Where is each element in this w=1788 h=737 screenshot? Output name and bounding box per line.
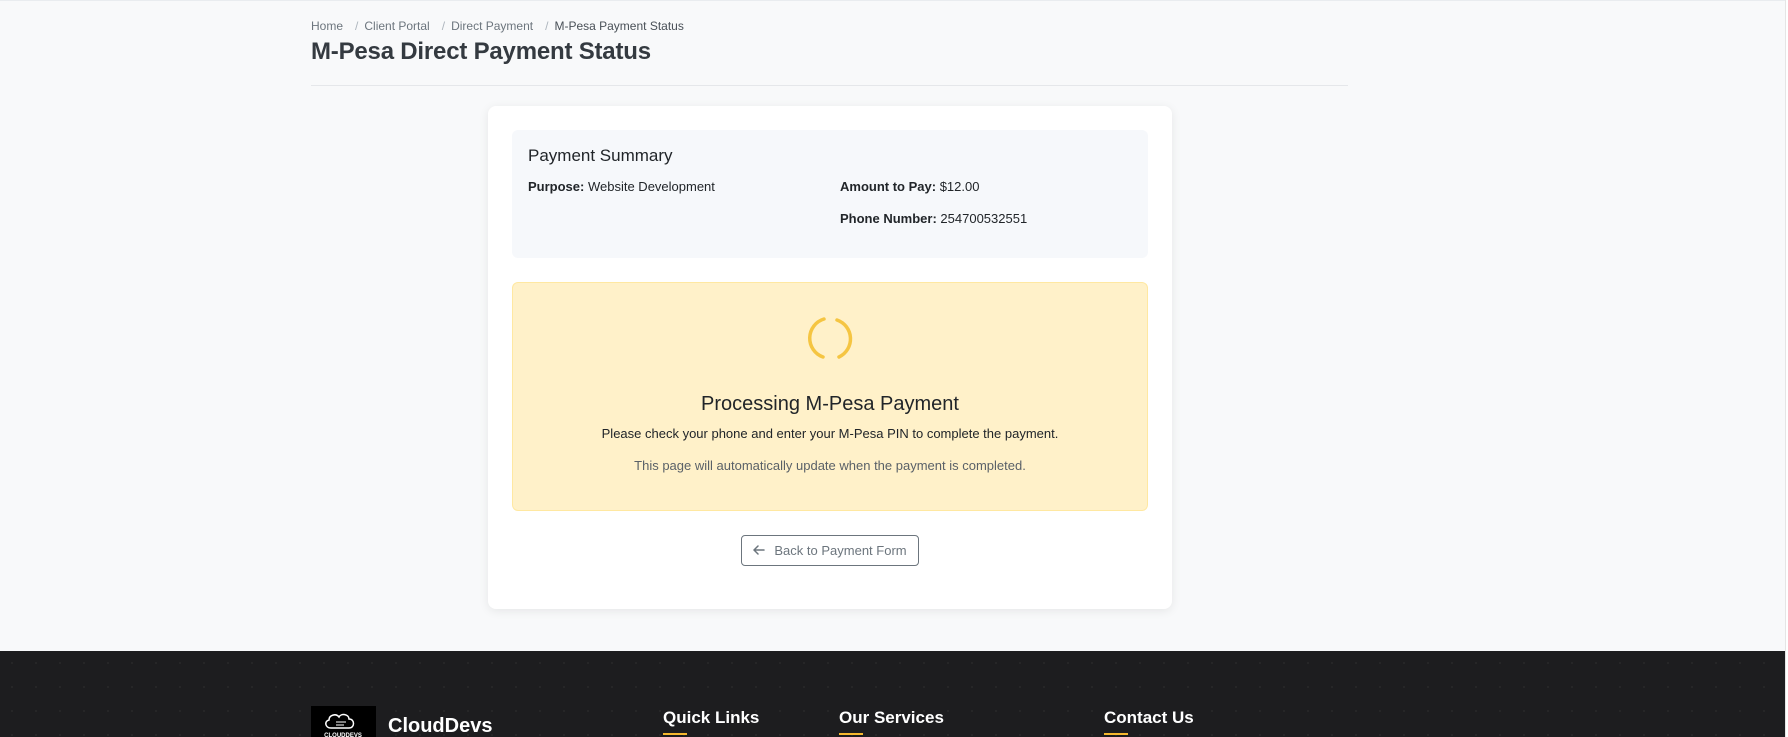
back-button-label: Back to Payment Form (774, 543, 907, 558)
page: Home / Client Portal / Direct Payment / … (0, 0, 1788, 737)
payment-summary: Payment Summary Purpose: Website Develop… (512, 130, 1148, 258)
footer-heading-quick-links: Quick Links (663, 708, 760, 727)
purpose-value: Website Development (587, 179, 715, 194)
amount-label: Amount to Pay: (840, 179, 937, 194)
footer-heading-our-services: Our Services (839, 708, 944, 727)
processing-message: Please check your phone and enter your M… (601, 426, 1059, 441)
footer: CLOUDDEVS CloudDevs Quick Links Our Serv… (0, 651, 1785, 737)
processing-title: Processing M-Pesa Payment (701, 393, 959, 415)
breadcrumb-separator: / (441, 19, 446, 33)
breadcrumb-home[interactable]: Home (311, 19, 343, 33)
heading-underline (663, 733, 687, 735)
brand-name[interactable]: CloudDevs (388, 715, 492, 737)
summary-title: Payment Summary (528, 146, 673, 165)
breadcrumb-current: M-Pesa Payment Status (554, 19, 684, 33)
breadcrumb: Home / Client Portal / Direct Payment / … (311, 19, 684, 33)
breadcrumb-separator: / (355, 19, 359, 33)
brand-logo[interactable]: CLOUDDEVS (311, 706, 376, 737)
loading-spinner-icon (807, 317, 853, 359)
phone-value: 254700532551 (940, 211, 1028, 226)
arrow-left-icon (753, 543, 766, 558)
purpose-row: Purpose: Website Development (528, 179, 715, 194)
processing-note: This page will automatically update when… (634, 458, 1026, 473)
phone-label: Phone Number: (840, 211, 937, 226)
processing-alert: Processing M-Pesa Payment Please check y… (512, 282, 1148, 511)
phone-row: Phone Number: 254700532551 (840, 211, 1027, 226)
breadcrumb-separator: / (545, 19, 549, 33)
breadcrumb-client-portal[interactable]: Client Portal (364, 19, 429, 33)
amount-value: $12.00 (939, 179, 980, 194)
cloud-logo-icon: CLOUDDEVS (324, 713, 362, 737)
footer-heading-contact-us: Contact Us (1104, 708, 1194, 727)
breadcrumb-direct-payment[interactable]: Direct Payment (451, 19, 533, 33)
logo-wordmark: CLOUDDEVS (324, 733, 362, 737)
back-to-payment-form-button[interactable]: Back to Payment Form (741, 535, 919, 566)
heading-underline (839, 733, 863, 735)
payment-status-card: Payment Summary Purpose: Website Develop… (488, 106, 1172, 609)
page-title: M-Pesa Direct Payment Status (311, 38, 651, 65)
purpose-label: Purpose: (528, 179, 585, 194)
title-divider (311, 85, 1348, 86)
amount-row: Amount to Pay: $12.00 (840, 179, 979, 194)
heading-underline (1104, 733, 1128, 735)
main-content: Home / Client Portal / Direct Payment / … (0, 0, 1788, 651)
